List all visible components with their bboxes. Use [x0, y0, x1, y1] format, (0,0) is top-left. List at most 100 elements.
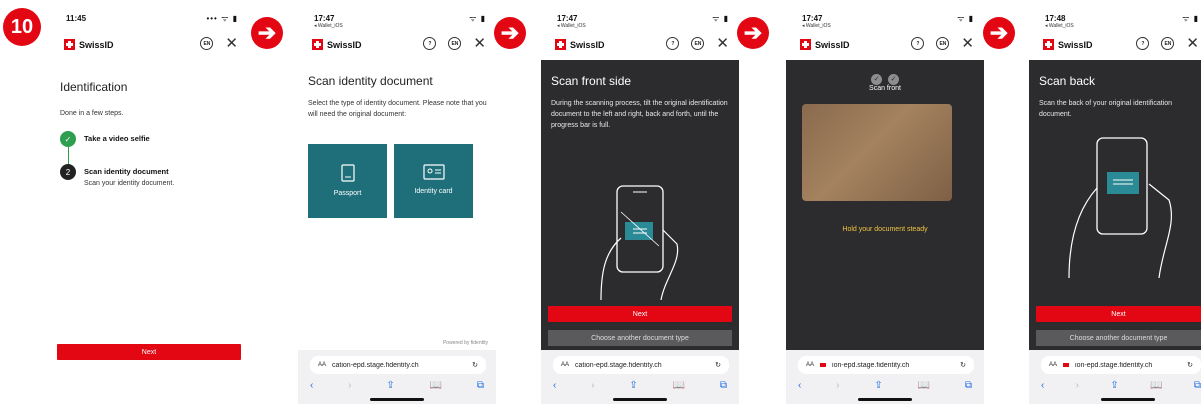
step-number-badge: 10 [3, 8, 41, 46]
back-to-app-link[interactable]: ◂ Wallet_iOS [1045, 23, 1074, 29]
url-text: ion-epd.stage.fidentity.ch [1075, 361, 1153, 369]
next-button[interactable]: Next [57, 344, 241, 360]
reader-settings-button[interactable]: AA [318, 362, 326, 368]
back-to-app-link[interactable]: ◂ Wallet_iOS [802, 23, 831, 29]
reader-settings-button[interactable]: AA [561, 362, 569, 368]
next-button[interactable]: Next [1036, 306, 1201, 322]
help-button[interactable]: ? [1136, 37, 1150, 50]
help-button[interactable]: ? [423, 37, 437, 50]
close-icon[interactable]: ✕ [473, 36, 486, 51]
step-scan-document: 2 Scan identity document Scan your ident… [60, 164, 174, 187]
page-title: Identification [60, 80, 128, 94]
close-icon[interactable]: ✕ [716, 36, 729, 51]
browser-toolbar: AA ion-epd.stage.fidentity.ch ↻ ‹ › ⇪ 📖 … [1029, 350, 1201, 404]
choose-another-document-button[interactable]: Choose another document type [1036, 330, 1201, 346]
status-time: 17:47 [557, 14, 578, 23]
step-video-selfie: ✓ Take a video selfie [60, 131, 150, 147]
bookmarks-icon[interactable]: 📖 [673, 380, 685, 391]
page-title: Scan identity document [308, 74, 433, 88]
close-icon[interactable]: ✕ [225, 36, 238, 51]
forward-icon[interactable]: › [836, 380, 839, 391]
swissid-logo: SwissID [800, 39, 850, 50]
bookmarks-icon[interactable]: 📖 [430, 380, 442, 391]
phone-scan-back-illustration [1068, 137, 1173, 278]
home-indicator [1101, 398, 1155, 401]
forward-icon[interactable]: › [348, 380, 351, 391]
back-icon[interactable]: ‹ [1041, 380, 1044, 391]
page-title: Scan front side [551, 74, 632, 88]
close-icon[interactable]: ✕ [961, 36, 974, 51]
instructions-text: Scan the back of your original identific… [1039, 100, 1173, 118]
language-button[interactable]: EN [691, 37, 705, 50]
step-number-icon: 2 [60, 164, 76, 180]
reload-icon[interactable]: ↻ [1187, 361, 1193, 369]
browser-toolbar: AA cation-epd.stage.fidentity.ch ↻ ‹ › ⇪… [298, 350, 496, 404]
passport-option[interactable]: Passport [308, 144, 387, 218]
address-bar[interactable]: AA ion-epd.stage.fidentity.ch ↻ [1041, 356, 1201, 374]
screen-scan-front-camera: 17:47 ◂ Wallet_iOS ᯤ ▮ SwissID ? EN ✕ ✓ ✓… [786, 8, 984, 404]
check-icon: ✓ [871, 73, 882, 85]
share-icon[interactable]: ⇪ [1110, 380, 1118, 391]
address-bar[interactable]: AA ion-epd.stage.fidentity.ch ↻ [798, 356, 974, 374]
browser-toolbar: AA cation-epd.stage.fidentity.ch ↻ ‹ › ⇪… [541, 350, 739, 404]
scan-label: Scan front [869, 85, 901, 92]
reload-icon[interactable]: ↻ [960, 361, 966, 369]
help-button[interactable]: ? [911, 37, 925, 50]
back-to-app-link[interactable]: ◂ Wallet_iOS [314, 23, 343, 29]
identity-card-option[interactable]: Identity card [394, 144, 473, 218]
signal-battery-icon: ᯤ ▮ [1182, 14, 1199, 23]
forward-icon[interactable]: › [1076, 380, 1079, 391]
back-icon[interactable]: ‹ [798, 380, 801, 391]
phone-scan-illustration [600, 185, 679, 300]
back-to-app-link[interactable]: ◂ Wallet_iOS [557, 23, 586, 29]
url-text: cation-epd.stage.fidentity.ch [332, 361, 419, 369]
language-button[interactable]: EN [936, 37, 950, 50]
address-bar[interactable]: AA cation-epd.stage.fidentity.ch ↻ [553, 356, 729, 374]
swiss-cross-icon [312, 39, 323, 50]
tabs-icon[interactable]: ⧉ [477, 380, 484, 391]
address-bar[interactable]: AA cation-epd.stage.fidentity.ch ↻ [310, 356, 486, 374]
swiss-cross-icon [1043, 39, 1054, 50]
tabs-icon[interactable]: ⧉ [1194, 380, 1201, 391]
back-icon[interactable]: ‹ [310, 380, 313, 391]
back-icon[interactable]: ‹ [553, 380, 556, 391]
share-icon[interactable]: ⇪ [629, 380, 637, 391]
swissid-logo: SwissID [555, 39, 605, 50]
bookmarks-icon[interactable]: 📖 [1150, 380, 1162, 391]
tabs-icon[interactable]: ⧉ [720, 380, 727, 391]
status-time: 17:47 [314, 14, 335, 23]
share-icon[interactable]: ⇪ [874, 380, 882, 391]
step-connector [68, 147, 69, 164]
reader-settings-button[interactable]: AA [1049, 362, 1057, 368]
url-text: ion-epd.stage.fidentity.ch [832, 361, 910, 369]
status-bar: 11:45 ••• ᯤ ▮ [50, 8, 248, 32]
language-button[interactable]: EN [200, 37, 214, 50]
instructions-text: Select the type of identity document. Pl… [308, 100, 487, 118]
arrow-right-icon: ➔ [251, 17, 283, 49]
language-button[interactable]: EN [1161, 37, 1175, 50]
screen-scan-back: 17:48 ◂ Wallet_iOS ᯤ ▮ SwissID ? EN ✕ Sc… [1029, 8, 1201, 404]
scan-hint: Hold your document steady [842, 226, 928, 233]
swiss-cross-icon [800, 39, 811, 50]
share-icon[interactable]: ⇪ [386, 380, 394, 391]
choose-another-document-button[interactable]: Choose another document type [548, 330, 732, 346]
check-icon: ✓ [888, 73, 899, 85]
screen-identification: 11:45 ••• ᯤ ▮ SwissID EN ✕ Identificatio… [50, 8, 248, 404]
swissid-logo: SwissID [64, 39, 114, 50]
tabs-icon[interactable]: ⧉ [965, 380, 972, 391]
forward-icon[interactable]: › [591, 380, 594, 391]
help-button[interactable]: ? [666, 37, 680, 50]
browser-toolbar: AA ion-epd.stage.fidentity.ch ↻ ‹ › ⇪ 📖 … [786, 350, 984, 404]
reload-icon[interactable]: ↻ [472, 361, 478, 369]
arrow-right-icon: ➔ [494, 17, 526, 49]
swissid-logo: SwissID [312, 39, 362, 50]
status-time: 11:45 [66, 14, 87, 23]
close-icon[interactable]: ✕ [1186, 36, 1199, 51]
language-button[interactable]: EN [448, 37, 462, 50]
next-button[interactable]: Next [548, 306, 732, 322]
arrow-right-icon: ➔ [983, 17, 1015, 49]
bookmarks-icon[interactable]: 📖 [918, 380, 930, 391]
reader-settings-button[interactable]: AA [806, 362, 814, 368]
reload-icon[interactable]: ↻ [715, 361, 721, 369]
powered-by-text: Powered by fidentity [442, 340, 488, 346]
